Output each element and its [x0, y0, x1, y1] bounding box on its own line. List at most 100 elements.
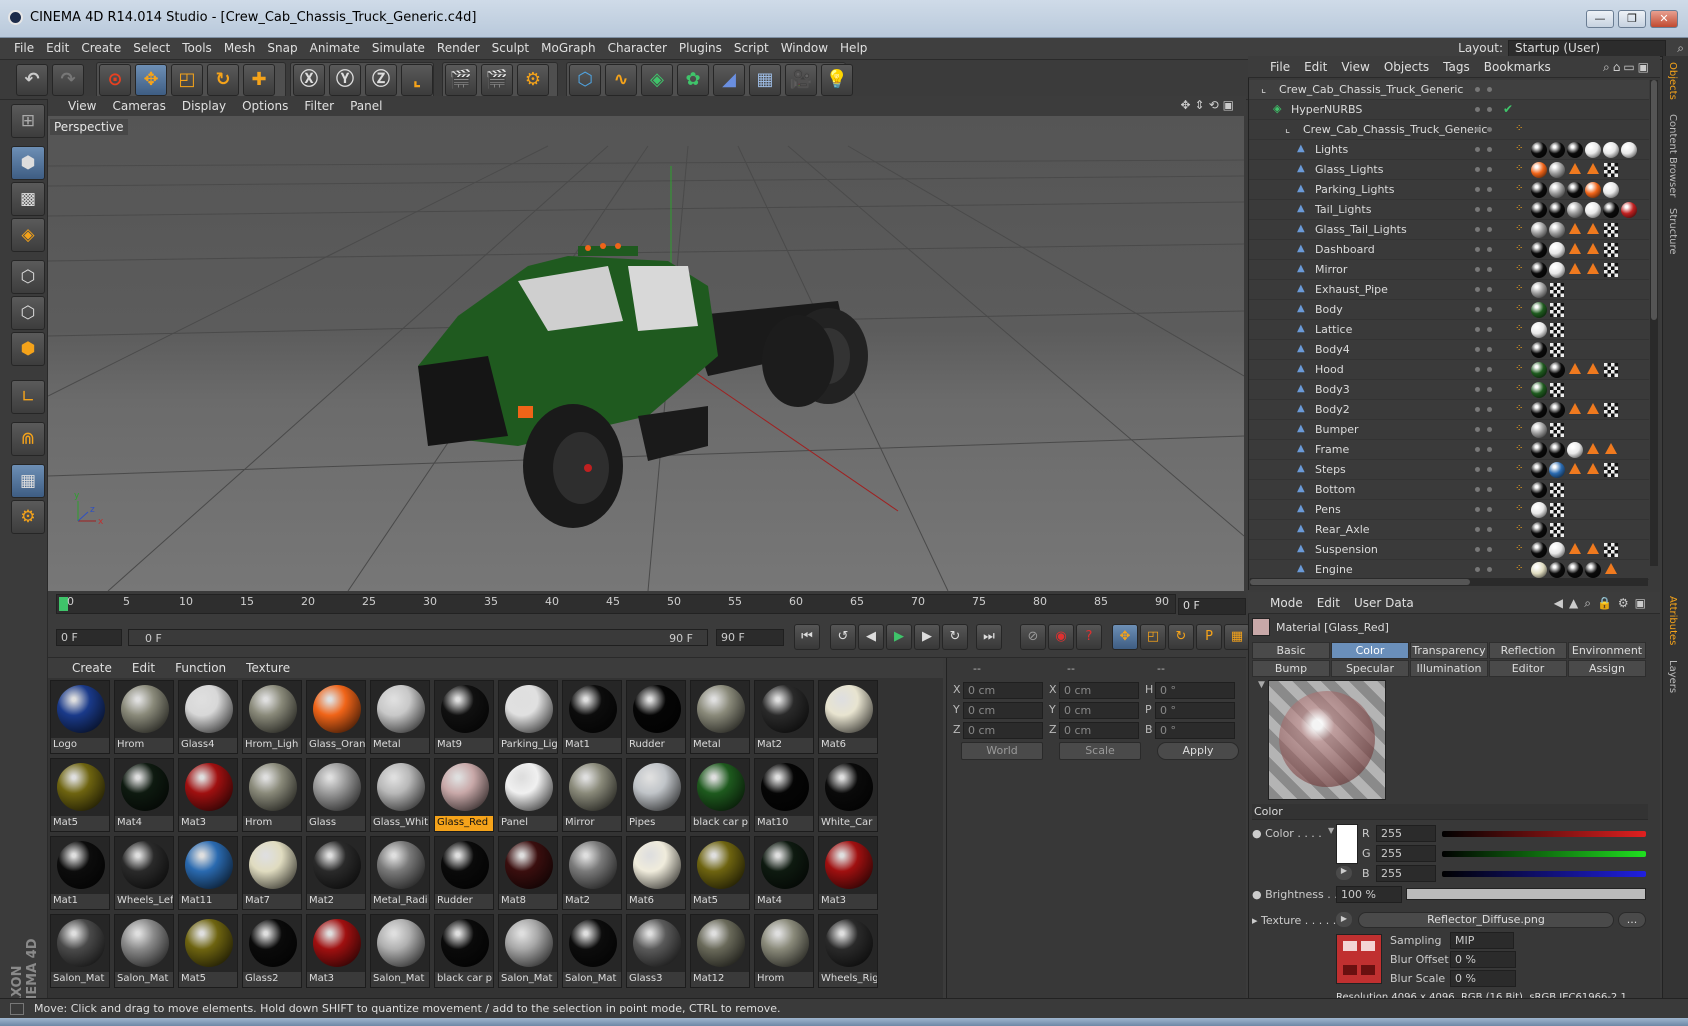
material-tag-icon[interactable]: [1585, 142, 1601, 158]
menu-mesh[interactable]: Mesh: [218, 38, 262, 55]
material-swatch[interactable]: Mat2: [306, 836, 366, 910]
phong-tag-icon[interactable]: ⁘: [1515, 263, 1523, 274]
material-tag-icon[interactable]: [1567, 562, 1583, 578]
render-visibility-dot[interactable]: [1487, 507, 1492, 512]
material-tag-icon[interactable]: [1531, 142, 1547, 158]
obj-menu-bookmarks[interactable]: Bookmarks: [1477, 56, 1558, 74]
object-row[interactable]: ▲ Dashboard ⁘: [1249, 240, 1649, 260]
material-swatch[interactable]: Salon_Mat: [50, 914, 110, 988]
material-tag-icon[interactable]: [1531, 222, 1547, 238]
end-frame-field[interactable]: 90 F: [716, 629, 784, 646]
material-tag-icon[interactable]: [1531, 182, 1547, 198]
editor-visibility-dot[interactable]: [1475, 187, 1480, 192]
object-name[interactable]: Bumper: [1315, 423, 1359, 436]
y-axis-icon[interactable]: Ⓨ: [329, 64, 361, 96]
texture-warning-icon[interactable]: [1569, 163, 1581, 174]
material-swatch[interactable]: Mat12: [690, 914, 750, 988]
material-tag-icon[interactable]: [1549, 542, 1565, 558]
object-name[interactable]: Glass_Tail_Lights: [1315, 223, 1407, 236]
uvw-tag-icon[interactable]: [1550, 503, 1564, 517]
phong-tag-icon[interactable]: ⁘: [1515, 443, 1523, 454]
object-name[interactable]: Suspension: [1315, 543, 1378, 556]
material-tag-icon[interactable]: [1531, 202, 1547, 218]
material-tag-icon[interactable]: [1531, 362, 1547, 378]
restore-button[interactable]: ❐: [1618, 10, 1646, 28]
x-axis-icon[interactable]: Ⓧ: [293, 64, 325, 96]
object-scroll-thumb[interactable]: [1651, 80, 1657, 320]
object-name[interactable]: Pens: [1315, 503, 1341, 516]
material-swatch[interactable]: black car p: [690, 758, 750, 832]
coord-value-field[interactable]: 0 cm: [963, 722, 1043, 739]
material-tag-icon[interactable]: [1549, 182, 1565, 198]
texture-menu-icon[interactable]: ▶: [1336, 912, 1352, 927]
uvw-tag-icon[interactable]: [1550, 303, 1564, 317]
object-row[interactable]: ▲ Body ⁘: [1249, 300, 1649, 320]
material-tag-icon[interactable]: [1621, 202, 1637, 218]
material-swatch[interactable]: Mat4: [114, 758, 174, 832]
editor-visibility-dot[interactable]: [1475, 407, 1480, 412]
render-visibility-dot[interactable]: [1487, 227, 1492, 232]
material-swatch[interactable]: Wheels_Lef: [114, 836, 174, 910]
object-row[interactable]: ▲ Bumper ⁘: [1249, 420, 1649, 440]
attr-tab-assign[interactable]: Assign: [1568, 660, 1646, 677]
material-swatch[interactable]: Mirror: [562, 758, 622, 832]
truck-model[interactable]: [418, 243, 868, 528]
object-name[interactable]: Engine: [1315, 563, 1353, 576]
key-scale-icon[interactable]: ◰: [1140, 624, 1166, 650]
texture-warning-icon[interactable]: [1605, 443, 1617, 454]
floor-icon[interactable]: ▦: [749, 64, 781, 96]
render-visibility-dot[interactable]: [1487, 487, 1492, 492]
render-visibility-dot[interactable]: [1487, 527, 1492, 532]
material-swatch[interactable]: black car p: [434, 914, 494, 988]
render-visibility-dot[interactable]: [1487, 207, 1492, 212]
material-tag-icon[interactable]: [1549, 222, 1565, 238]
object-row[interactable]: ▲ Glass_Lights ⁘: [1249, 160, 1649, 180]
render-visibility-dot[interactable]: [1487, 387, 1492, 392]
side-tab-attributes[interactable]: Attributes: [1667, 596, 1678, 645]
menu-plugins[interactable]: Plugins: [673, 38, 728, 55]
attr-tab-basic[interactable]: Basic: [1252, 642, 1330, 659]
material-tag-icon[interactable]: [1585, 562, 1601, 578]
texture-mode-icon[interactable]: ▩: [11, 182, 45, 216]
material-tag-icon[interactable]: [1549, 142, 1565, 158]
attr-tab-transparency[interactable]: Transparency: [1410, 642, 1488, 659]
camera-icon[interactable]: 🎥: [785, 64, 817, 96]
g-field[interactable]: 255: [1376, 845, 1436, 862]
material-swatch[interactable]: Logo: [50, 680, 110, 754]
axis-mode-icon[interactable]: ∟: [11, 380, 45, 414]
object-name[interactable]: Body: [1315, 303, 1343, 316]
texture-thumbnail[interactable]: [1336, 934, 1382, 984]
uvw-tag-icon[interactable]: [1604, 463, 1618, 477]
side-tab-layers[interactable]: Layers: [1667, 660, 1678, 693]
material-swatch[interactable]: Glass2: [242, 914, 302, 988]
render-visibility-dot[interactable]: [1487, 147, 1492, 152]
material-swatch[interactable]: Pipes: [626, 758, 686, 832]
search-icon[interactable]: ⌕: [1677, 41, 1684, 56]
material-swatch[interactable]: Mat9: [434, 680, 494, 754]
editor-visibility-dot[interactable]: [1475, 347, 1480, 352]
object-row[interactable]: ▲ Frame ⁘: [1249, 440, 1649, 460]
material-swatch[interactable]: Mat8: [498, 836, 558, 910]
minimize-button[interactable]: —: [1586, 10, 1614, 28]
mat-menu-function[interactable]: Function: [165, 658, 236, 675]
material-swatch[interactable]: Mat6: [626, 836, 686, 910]
material-swatch[interactable]: Hrom: [114, 680, 174, 754]
editor-visibility-dot[interactable]: [1475, 127, 1480, 132]
render-visibility-dot[interactable]: [1487, 347, 1492, 352]
editor-visibility-dot[interactable]: [1475, 507, 1480, 512]
material-tag-icon[interactable]: [1531, 342, 1547, 358]
object-name[interactable]: Glass_Lights: [1315, 163, 1383, 176]
material-swatch[interactable]: Panel: [498, 758, 558, 832]
texture-warning-icon[interactable]: [1569, 363, 1581, 374]
uvw-tag-icon[interactable]: [1550, 323, 1564, 337]
coord-value-field[interactable]: 0 cm: [963, 702, 1043, 719]
locked-workplane-icon[interactable]: ⚙: [11, 500, 45, 534]
material-tag-icon[interactable]: [1621, 142, 1637, 158]
material-tag-icon[interactable]: [1603, 142, 1619, 158]
phong-tag-icon[interactable]: ⁘: [1515, 483, 1523, 494]
recent-tool-icon[interactable]: ✚: [243, 64, 275, 96]
material-swatch[interactable]: Salon_Mat: [562, 914, 622, 988]
render-visibility-dot[interactable]: [1487, 427, 1492, 432]
b-field[interactable]: 255: [1376, 865, 1436, 882]
object-name[interactable]: Exhaust_Pipe: [1315, 283, 1388, 296]
